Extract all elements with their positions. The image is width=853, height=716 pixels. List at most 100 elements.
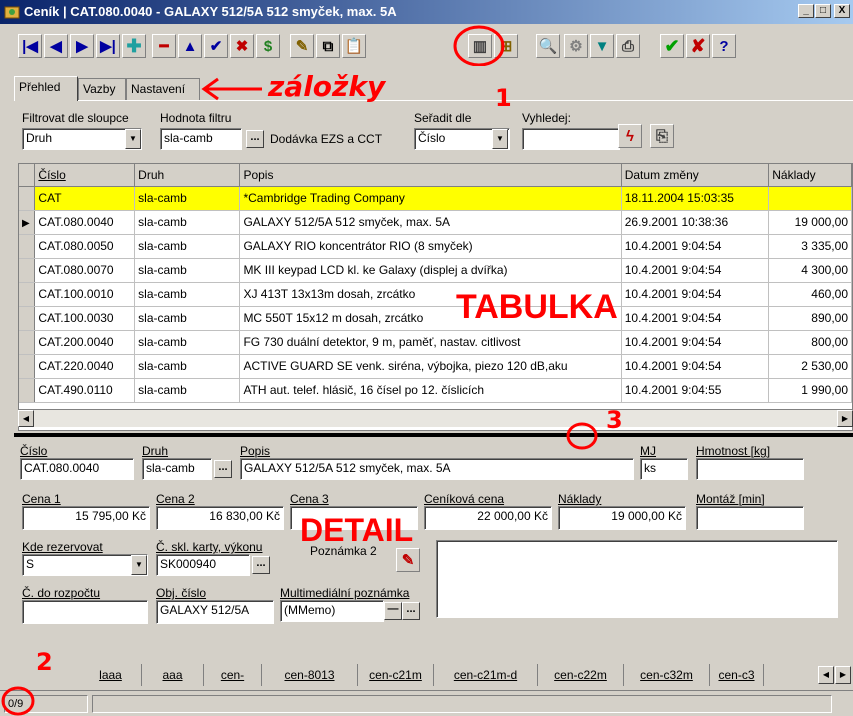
note-edit-icon[interactable]: ✎ [396,548,420,572]
cell-naklady[interactable]: 890,00 [768,306,852,331]
detail-skl-field[interactable]: SK000940 [156,554,250,576]
detail-poznamka-field[interactable] [436,540,838,618]
cell-naklady[interactable]: 460,00 [768,282,852,307]
prev-record-icon[interactable]: ◀ [44,34,68,58]
bottom-tab-4[interactable]: cen-c21m [358,664,434,686]
tab-vazby[interactable]: Vazby [78,78,126,100]
cell-cislo[interactable]: CAT.080.0050 [34,234,136,259]
scroll-right-icon[interactable]: ▶ [837,410,853,427]
tab-prehled[interactable]: Přehled [14,76,78,101]
cell-datum[interactable]: 18.11.2004 15:03:35 [621,186,770,211]
cell-datum[interactable]: 26.9.2001 10:38:36 [621,210,770,235]
table-row[interactable]: CAT.100.0010 sla-camb XJ 413T 13x13m dosah… [19,282,852,307]
detail-cena2-field[interactable]: 16 830,00 Kč [156,506,284,530]
data-grid[interactable]: Číslo Druh Popis Datum změny Náklady CAT… [18,163,853,431]
cell-naklady[interactable]: 1 990,00 [768,378,852,403]
search-advanced-icon[interactable]: ⎘ [650,124,674,148]
filter-icon[interactable]: ▼ [590,34,614,58]
cell-cislo[interactable]: CAT.220.0040 [34,354,136,379]
table-row[interactable]: CAT.200.0040 sla-camb FG 730 duální detekt… [19,330,852,355]
cell-popis[interactable]: *Cambridge Trading Company [239,186,622,211]
cell-druh[interactable]: sla-camb [134,330,241,355]
bottom-tab-7[interactable]: cen-c32m [624,664,710,686]
cancel-icon[interactable]: ✖ [230,34,254,58]
row-indicator[interactable] [19,258,36,283]
bottom-tab-5[interactable]: cen-c21m-d [434,664,538,686]
cell-naklady[interactable]: 4 300,00 [768,258,852,283]
search-input[interactable] [522,128,620,150]
bottom-tab-1[interactable]: aaa [142,664,204,686]
maximize-button[interactable]: □ [815,4,831,18]
up-icon[interactable]: ▲ [178,34,202,58]
add-icon[interactable]: ✚ [122,34,146,58]
cell-popis[interactable]: ATH aut. telef. hlásič, 16 čísel po 12. … [239,378,622,403]
table-row[interactable]: CAT.080.0070 sla-camb MK III keypad LCD kl… [19,258,852,283]
cell-cislo[interactable]: CAT.100.0030 [34,306,136,331]
cell-naklady[interactable]: 2 530,00 [768,354,852,379]
refresh-icon[interactable]: $ [256,34,280,58]
paste-icon[interactable]: 📋 [342,34,366,58]
cell-druh[interactable]: sla-camb [134,354,241,379]
table-row[interactable]: ▶ CAT.080.0040 sla-camb GALAXY 512/5A 512 s… [19,210,852,235]
cell-popis[interactable]: GALAXY 512/5A 512 smyček, max. 5A [239,210,622,235]
detail-cislo-field[interactable]: CAT.080.0040 [20,458,134,480]
chevron-down-icon[interactable]: ▼ [492,129,508,149]
detail-cena1-field[interactable]: 15 795,00 Kč [22,506,150,530]
cell-druh[interactable]: sla-camb [134,258,241,283]
cell-datum[interactable]: 10.4.2001 9:04:54 [621,234,770,259]
row-indicator[interactable] [19,306,36,331]
cell-cislo[interactable]: CAT.100.0010 [34,282,136,307]
copy-icon[interactable]: ⧉ [316,34,340,58]
cell-druh[interactable]: sla-camb [134,234,241,259]
detail-rozpocet-field[interactable] [22,600,148,624]
row-indicator[interactable] [19,234,36,259]
column-header-naklady[interactable]: Náklady [768,164,852,187]
column-header-druh[interactable]: Druh [134,164,241,187]
cell-cislo[interactable]: CAT.080.0070 [34,258,136,283]
ok-icon[interactable]: ✔ [660,34,684,58]
cell-naklady[interactable]: 3 335,00 [768,234,852,259]
column-header-datum[interactable]: Datum změny [621,164,770,187]
cell-cislo[interactable]: CAT.200.0040 [34,330,136,355]
settings-icon[interactable]: ⚙ [564,34,588,58]
cell-cislo[interactable]: CAT.080.0040 [34,210,136,235]
cell-popis[interactable]: ACTIVE GUARD SE venk. siréna, výbojka, p… [239,354,622,379]
confirm-icon[interactable]: ✔ [204,34,228,58]
tab-nastaveni[interactable]: Nastavení [126,78,200,100]
detail-naklady-field[interactable]: 19 000,00 Kč [558,506,686,530]
cell-popis[interactable]: FG 730 duální detektor, 9 m, paměť, nast… [239,330,622,355]
detail-hmotnost-field[interactable] [696,458,804,480]
bottom-tab-6[interactable]: cen-c22m [538,664,624,686]
search-run-icon[interactable]: ϟ [618,124,642,148]
next-record-icon[interactable]: ▶ [70,34,94,58]
bottom-tab-3[interactable]: cen-8013 [262,664,358,686]
print-icon[interactable]: ⎙ [616,34,640,58]
detail-multi-browse-button[interactable]: ... [402,602,420,620]
bottom-tab-2[interactable]: cen- [204,664,262,686]
cell-popis[interactable]: GALAXY RIO koncentrátor RIO (8 smyček) [239,234,622,259]
filter-value-input[interactable]: sla-camb [160,128,242,150]
splitter[interactable] [14,433,853,437]
detail-skl-browse-button[interactable]: ... [252,556,270,574]
cell-cislo[interactable]: CAT.490.0110 [34,378,136,403]
bottom-tab-0[interactable]: laaa [80,664,142,686]
close-button[interactable]: X [834,4,850,18]
help-icon[interactable]: ? [712,34,736,58]
grid-horizontal-scrollbar[interactable]: ◀ ▶ [18,409,853,427]
detail-kde-select[interactable]: S [22,554,148,576]
detail-multi-field[interactable]: (MMemo) [280,600,384,622]
row-indicator[interactable] [19,330,36,355]
row-indicator[interactable] [19,186,36,211]
row-indicator[interactable] [19,378,36,403]
cell-datum[interactable]: 10.4.2001 9:04:54 [621,354,770,379]
detail-popis-field[interactable]: GALAXY 512/5A 512 smyček, max. 5A [240,458,634,480]
pin-icon[interactable]: ✎ [290,34,314,58]
close-icon[interactable]: ✘ [686,34,710,58]
minimize-button[interactable]: _ [798,4,814,18]
detail-mj-field[interactable]: ks [640,458,688,480]
row-indicator[interactable] [19,354,36,379]
cell-popis[interactable]: MK III keypad LCD kl. ke Galaxy (displej… [239,258,622,283]
table-row[interactable]: CAT.220.0040 sla-camb ACTIVE GUARD SE venk… [19,354,852,379]
detail-montaz-field[interactable] [696,506,804,530]
last-record-icon[interactable]: ▶| [96,34,120,58]
